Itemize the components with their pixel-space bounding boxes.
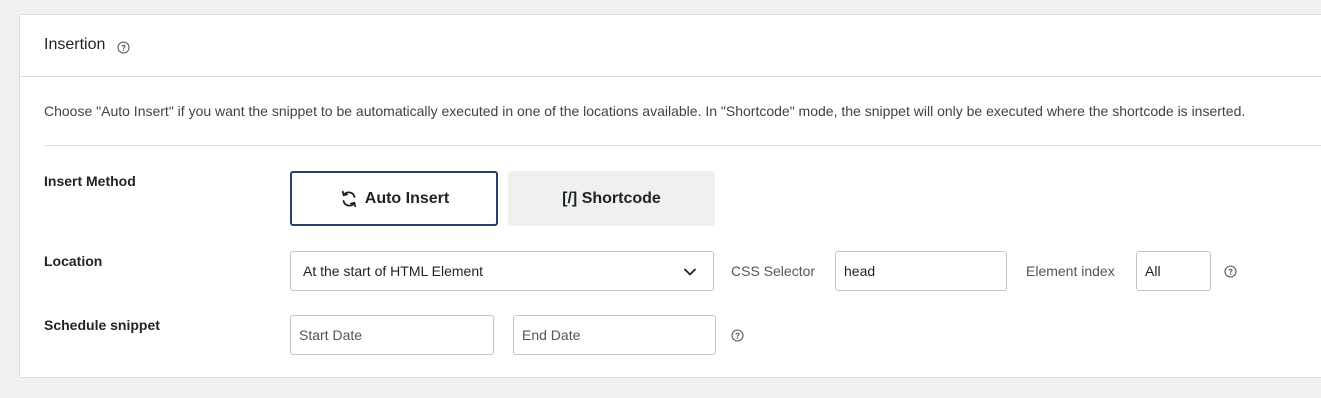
question-circle-icon[interactable] (117, 39, 130, 57)
css-selector-value: head (844, 263, 876, 279)
schedule-snippet-label: Schedule snippet (44, 317, 160, 333)
panel-header: Insertion (20, 15, 1321, 77)
shortcode-button[interactable]: [/] Shortcode (508, 171, 715, 226)
divider (44, 145, 1321, 146)
question-circle-icon[interactable] (1224, 263, 1237, 281)
auto-insert-button[interactable]: Auto Insert (290, 171, 498, 226)
css-selector-input[interactable]: head (835, 251, 1007, 291)
element-index-label: Element index (1026, 263, 1115, 279)
location-select[interactable]: At the start of HTML Element (290, 251, 714, 291)
element-index-value: All (1145, 263, 1161, 279)
css-selector-label: CSS Selector (731, 263, 816, 279)
chevron-down-icon (683, 265, 697, 282)
panel-title: Insertion (44, 36, 106, 53)
location-label: Location (44, 253, 103, 269)
sync-arrows-icon (339, 189, 359, 209)
element-index-input[interactable]: All (1136, 251, 1211, 291)
end-date-input[interactable]: End Date (513, 315, 716, 355)
insertion-panel: Insertion Choose "Auto Insert" if you wa… (19, 14, 1321, 378)
insertion-description: Choose "Auto Insert" if you want the sni… (44, 103, 1246, 119)
insert-method-label: Insert Method (44, 173, 136, 189)
question-circle-icon[interactable] (731, 327, 744, 345)
end-date-placeholder: End Date (522, 327, 581, 343)
start-date-placeholder: Start Date (299, 327, 363, 343)
location-selected-value: At the start of HTML Element (303, 263, 483, 279)
shortcode-label: [/] Shortcode (562, 189, 661, 207)
start-date-input[interactable]: Start Date (290, 315, 494, 355)
auto-insert-label: Auto Insert (364, 189, 450, 207)
